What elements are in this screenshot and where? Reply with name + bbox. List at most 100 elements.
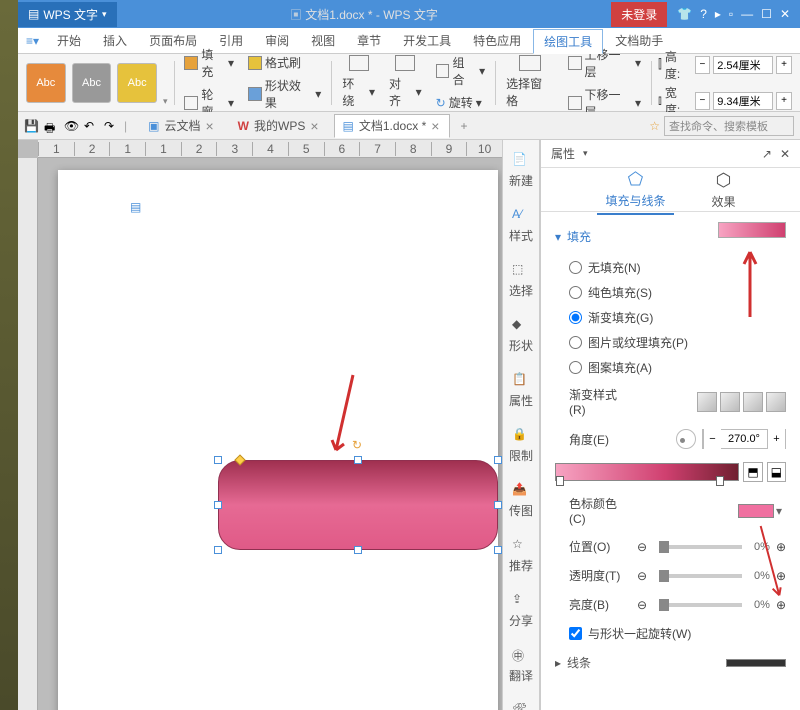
- help-icon[interactable]: ?: [700, 7, 707, 21]
- side-property[interactable]: 📋属性: [509, 368, 533, 413]
- maximize-icon[interactable]: ☐: [761, 7, 772, 21]
- side-new[interactable]: 📄新建: [509, 148, 533, 193]
- height-incr[interactable]: +: [776, 56, 792, 74]
- resize-handle[interactable]: [214, 501, 222, 509]
- selected-shape[interactable]: ↻: [218, 460, 498, 550]
- style-swatch-3[interactable]: Abc: [117, 63, 157, 103]
- menu-review[interactable]: 审阅: [255, 29, 299, 52]
- menu-dropdown-icon[interactable]: ≡▾: [26, 34, 45, 48]
- fill-solid-radio[interactable]: 纯色填充(S): [555, 280, 786, 305]
- tab-close-icon[interactable]: ×: [431, 118, 439, 134]
- preview-icon[interactable]: 👁: [64, 119, 78, 133]
- tab-cloud[interactable]: ▣ 云文档 ×: [139, 114, 225, 138]
- resize-handle[interactable]: [494, 501, 502, 509]
- tab-effect[interactable]: ⬡ 效果: [704, 166, 744, 214]
- angle-dial[interactable]: [676, 429, 696, 449]
- brightness-slider[interactable]: [659, 603, 742, 607]
- trans-decr[interactable]: ⊖: [637, 569, 647, 583]
- width-incr[interactable]: +: [776, 92, 792, 110]
- angle-input[interactable]: [721, 433, 767, 445]
- pin-icon[interactable]: ▫: [729, 7, 733, 21]
- menu-devtools[interactable]: 开发工具: [393, 29, 461, 52]
- menu-drawtools[interactable]: 绘图工具: [533, 29, 603, 54]
- gradient-stop[interactable]: [556, 476, 564, 486]
- rotation-handle[interactable]: ↻: [352, 438, 364, 450]
- angle-incr[interactable]: +: [767, 429, 785, 449]
- resize-handle[interactable]: [354, 546, 362, 554]
- menu-start[interactable]: 开始: [47, 29, 91, 52]
- tab-close-icon[interactable]: ×: [310, 118, 318, 134]
- fill-pattern-radio[interactable]: 图案填充(A): [555, 355, 786, 380]
- menu-view[interactable]: 视图: [301, 29, 345, 52]
- grad-style-3[interactable]: [743, 392, 763, 412]
- select-pane-button[interactable]: 选择窗格: [502, 73, 558, 111]
- fill-picture-radio[interactable]: 图片或纹理填充(P): [555, 330, 786, 355]
- resize-handle[interactable]: [214, 546, 222, 554]
- feedback-icon[interactable]: ▸: [715, 7, 721, 21]
- side-translate[interactable]: ㊥翻译: [509, 643, 533, 688]
- position-slider[interactable]: [659, 545, 742, 549]
- fill-gradient-radio[interactable]: 渐变填充(G): [555, 305, 786, 330]
- rotate-with-shape-checkbox[interactable]: 与形状一起旋转(W): [555, 619, 786, 648]
- resize-handle[interactable]: [214, 456, 222, 464]
- stop-color-picker[interactable]: ▾: [738, 504, 786, 518]
- shape-fx-button[interactable]: 形状效果 ▾: [244, 75, 325, 113]
- search-input[interactable]: 查找命令、搜索模板: [664, 116, 794, 136]
- remove-stop-icon[interactable]: ⬓: [767, 462, 786, 482]
- add-tab-button[interactable]: +: [454, 119, 473, 133]
- height-input[interactable]: [713, 56, 773, 74]
- side-recommend[interactable]: ☆推荐: [509, 533, 533, 578]
- transparency-slider[interactable]: [659, 574, 742, 578]
- wrap-button[interactable]: 环绕▾: [338, 73, 379, 111]
- height-decr[interactable]: −: [695, 56, 711, 74]
- resize-handle[interactable]: [354, 456, 362, 464]
- panel-close-icon[interactable]: ✕: [780, 147, 790, 161]
- login-button[interactable]: 未登录: [611, 2, 667, 27]
- pos-incr[interactable]: ⊕: [776, 540, 786, 554]
- side-tools[interactable]: 🛠工具: [509, 698, 533, 710]
- skin-icon[interactable]: 👕: [677, 7, 692, 21]
- angle-decr[interactable]: −: [703, 429, 721, 449]
- menu-chapter[interactable]: 章节: [347, 29, 391, 52]
- close-icon[interactable]: ✕: [780, 7, 790, 21]
- tab-document[interactable]: ▤ 文档1.docx * ×: [334, 114, 451, 138]
- side-style[interactable]: A⁄样式: [509, 203, 533, 248]
- add-stop-icon[interactable]: ⬒: [743, 462, 762, 482]
- grad-style-4[interactable]: [766, 392, 786, 412]
- style-swatch-1[interactable]: Abc: [26, 63, 66, 103]
- canvas[interactable]: 12112345678910 ▤ ↻: [18, 140, 502, 710]
- print-icon[interactable]: 🖶: [44, 119, 58, 133]
- tab-fill-line[interactable]: ⬠ 填充与线条: [597, 165, 673, 215]
- gradient-bar[interactable]: [555, 463, 739, 481]
- gradient-stop[interactable]: [716, 476, 724, 486]
- bright-decr[interactable]: ⊖: [637, 598, 647, 612]
- tab-mywps[interactable]: W 我的WPS ×: [229, 114, 330, 138]
- side-limit[interactable]: 🔒限制: [509, 423, 533, 468]
- grad-style-2[interactable]: [720, 392, 740, 412]
- line-section-header[interactable]: ▸ 线条: [555, 654, 786, 671]
- favorite-icon[interactable]: ☆: [649, 119, 660, 133]
- side-shape[interactable]: ◆形状: [509, 313, 533, 358]
- format-painter-button[interactable]: 格式刷: [244, 52, 325, 73]
- resize-handle[interactable]: [494, 456, 502, 464]
- grad-style-1[interactable]: [697, 392, 717, 412]
- side-share[interactable]: ⇪分享: [509, 588, 533, 633]
- style-swatch-2[interactable]: Abc: [72, 63, 112, 103]
- rotate-button[interactable]: ↻旋转 ▾: [432, 92, 490, 113]
- redo-icon[interactable]: ↷: [104, 119, 118, 133]
- fill-none-radio[interactable]: 无填充(N): [555, 255, 786, 280]
- menu-special[interactable]: 特色应用: [463, 29, 531, 52]
- rounded-rect-shape[interactable]: [218, 460, 498, 550]
- bright-incr[interactable]: ⊕: [776, 598, 786, 612]
- pos-decr[interactable]: ⊖: [637, 540, 647, 554]
- menu-insert[interactable]: 插入: [93, 29, 137, 52]
- save-icon[interactable]: 💾: [24, 119, 38, 133]
- minimize-icon[interactable]: —: [741, 7, 753, 21]
- trans-incr[interactable]: ⊕: [776, 569, 786, 583]
- align-button[interactable]: 对齐▾: [385, 73, 426, 111]
- fill-button[interactable]: 填充 ▾: [180, 44, 238, 82]
- group-button[interactable]: 组合 ▾: [432, 52, 490, 90]
- width-input[interactable]: [713, 92, 773, 110]
- width-decr[interactable]: −: [695, 92, 711, 110]
- side-upload[interactable]: 📤传图: [509, 478, 533, 523]
